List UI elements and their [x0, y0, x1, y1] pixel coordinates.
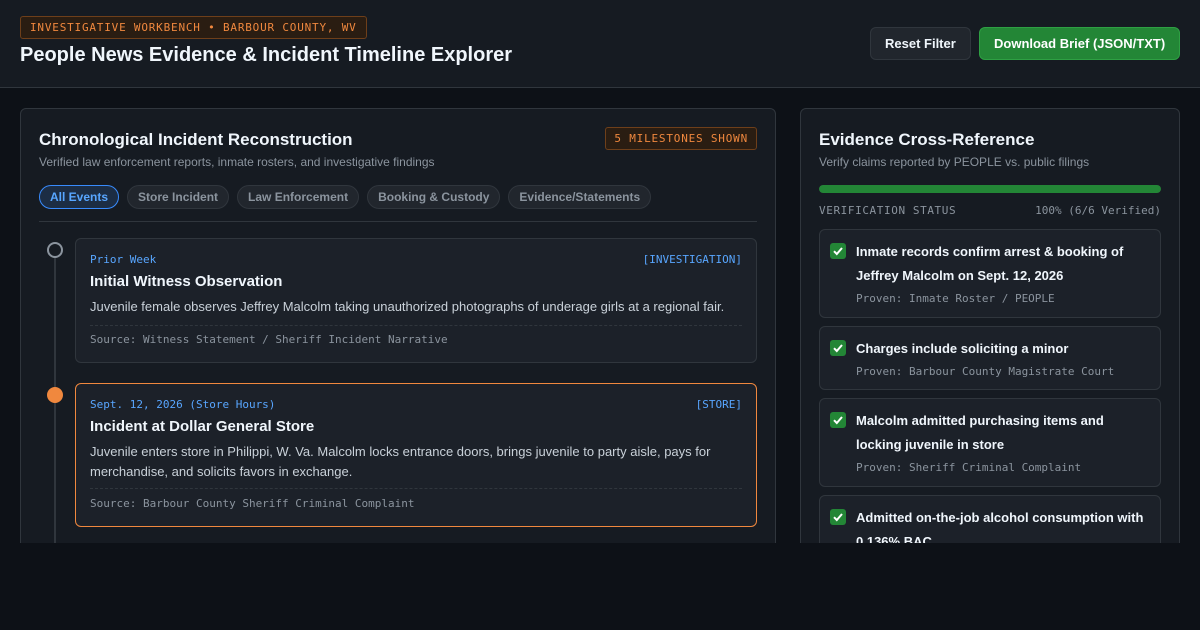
event-separator: [90, 488, 742, 489]
timeline-panel: Chronological Incident Reconstruction 5 …: [20, 108, 776, 568]
event-category: [INVESTIGATION]: [642, 253, 742, 266]
claim-item[interactable]: Charges include soliciting a minor Prove…: [819, 326, 1161, 390]
download-brief-button[interactable]: Download Brief (JSON/TXT): [979, 27, 1181, 60]
verification-status-value: 100% (6/6 Verified): [1035, 204, 1161, 217]
event-time: Prior Week: [90, 253, 157, 266]
verification-progress-bar: [819, 185, 1161, 193]
claim-item[interactable]: Malcolm admitted purchasing items and lo…: [819, 398, 1161, 487]
timeline-event[interactable]: Prior Week [INVESTIGATION] Initial Witne…: [75, 238, 757, 363]
reset-filter-button[interactable]: Reset Filter: [870, 27, 971, 60]
timeline-title: Chronological Incident Reconstruction: [39, 130, 353, 149]
timeline-event-selected[interactable]: Sept. 12, 2026 (Store Hours) [STORE] Inc…: [75, 383, 757, 527]
filter-store-incident[interactable]: Store Incident: [127, 185, 230, 209]
checkbox-checked-icon[interactable]: [830, 509, 846, 525]
filter-all-events[interactable]: All Events: [39, 185, 120, 209]
event-description: Juvenile female observes Jeffrey Malcolm…: [90, 299, 725, 314]
claim-item[interactable]: Inmate records confirm arrest & booking …: [819, 229, 1161, 318]
evidence-subtitle: Verify claims reported by PEOPLE vs. pub…: [819, 155, 1090, 169]
claim-proof: Proven: Sheriff Criminal Complaint: [856, 461, 1082, 474]
event-title: Initial Witness Observation: [90, 273, 283, 290]
verification-status-label: VERIFICATION STATUS: [819, 204, 957, 217]
timeline-subtitle: Verified law enforcement reports, inmate…: [39, 155, 435, 169]
claim-proof: Proven: Barbour County Magistrate Court: [856, 365, 1115, 378]
app-header: INVESTIGATIVE WORKBENCH • BARBOUR COUNTY…: [0, 0, 1200, 88]
page-bottom-background: [0, 543, 1200, 630]
workbench-tag: INVESTIGATIVE WORKBENCH • BARBOUR COUNTY…: [20, 16, 367, 39]
checkbox-checked-icon[interactable]: [830, 243, 846, 259]
timeline-marker-active: [47, 387, 63, 403]
verification-progress-fill: [819, 185, 1161, 193]
timeline-line: [54, 254, 56, 567]
event-source: Source: Barbour County Sheriff Criminal …: [90, 497, 415, 510]
filter-evidence-statements[interactable]: Evidence/Statements: [508, 185, 652, 209]
filter-booking-custody[interactable]: Booking & Custody: [367, 185, 501, 209]
page-title: People News Evidence & Incident Timeline…: [20, 44, 513, 66]
checkbox-checked-icon[interactable]: [830, 340, 846, 356]
claim-text: Charges include soliciting a minor: [856, 341, 1069, 356]
event-title: Incident at Dollar General Store: [90, 418, 315, 435]
milestone-count-badge: 5 MILESTONES SHOWN: [605, 127, 757, 150]
filter-law-enforcement[interactable]: Law Enforcement: [237, 185, 360, 209]
checkbox-checked-icon[interactable]: [830, 412, 846, 428]
evidence-panel: Evidence Cross-Reference Verify claims r…: [800, 108, 1180, 568]
event-filter-bar: All Events Store Incident Law Enforcemen…: [39, 185, 652, 209]
event-category: [STORE]: [695, 398, 742, 411]
event-separator: [90, 325, 742, 326]
event-description: Juvenile enters store in Philippi, W. Va…: [90, 444, 711, 479]
timeline-marker: [47, 242, 63, 258]
evidence-title: Evidence Cross-Reference: [819, 130, 1035, 149]
event-time: Sept. 12, 2026 (Store Hours): [90, 398, 276, 411]
claim-text: Inmate records confirm arrest & booking …: [856, 244, 1124, 283]
claim-proof: Proven: Inmate Roster / PEOPLE: [856, 292, 1055, 305]
filter-divider: [39, 221, 757, 222]
event-source: Source: Witness Statement / Sheriff Inci…: [90, 333, 448, 346]
claim-text: Malcolm admitted purchasing items and lo…: [856, 413, 1104, 452]
